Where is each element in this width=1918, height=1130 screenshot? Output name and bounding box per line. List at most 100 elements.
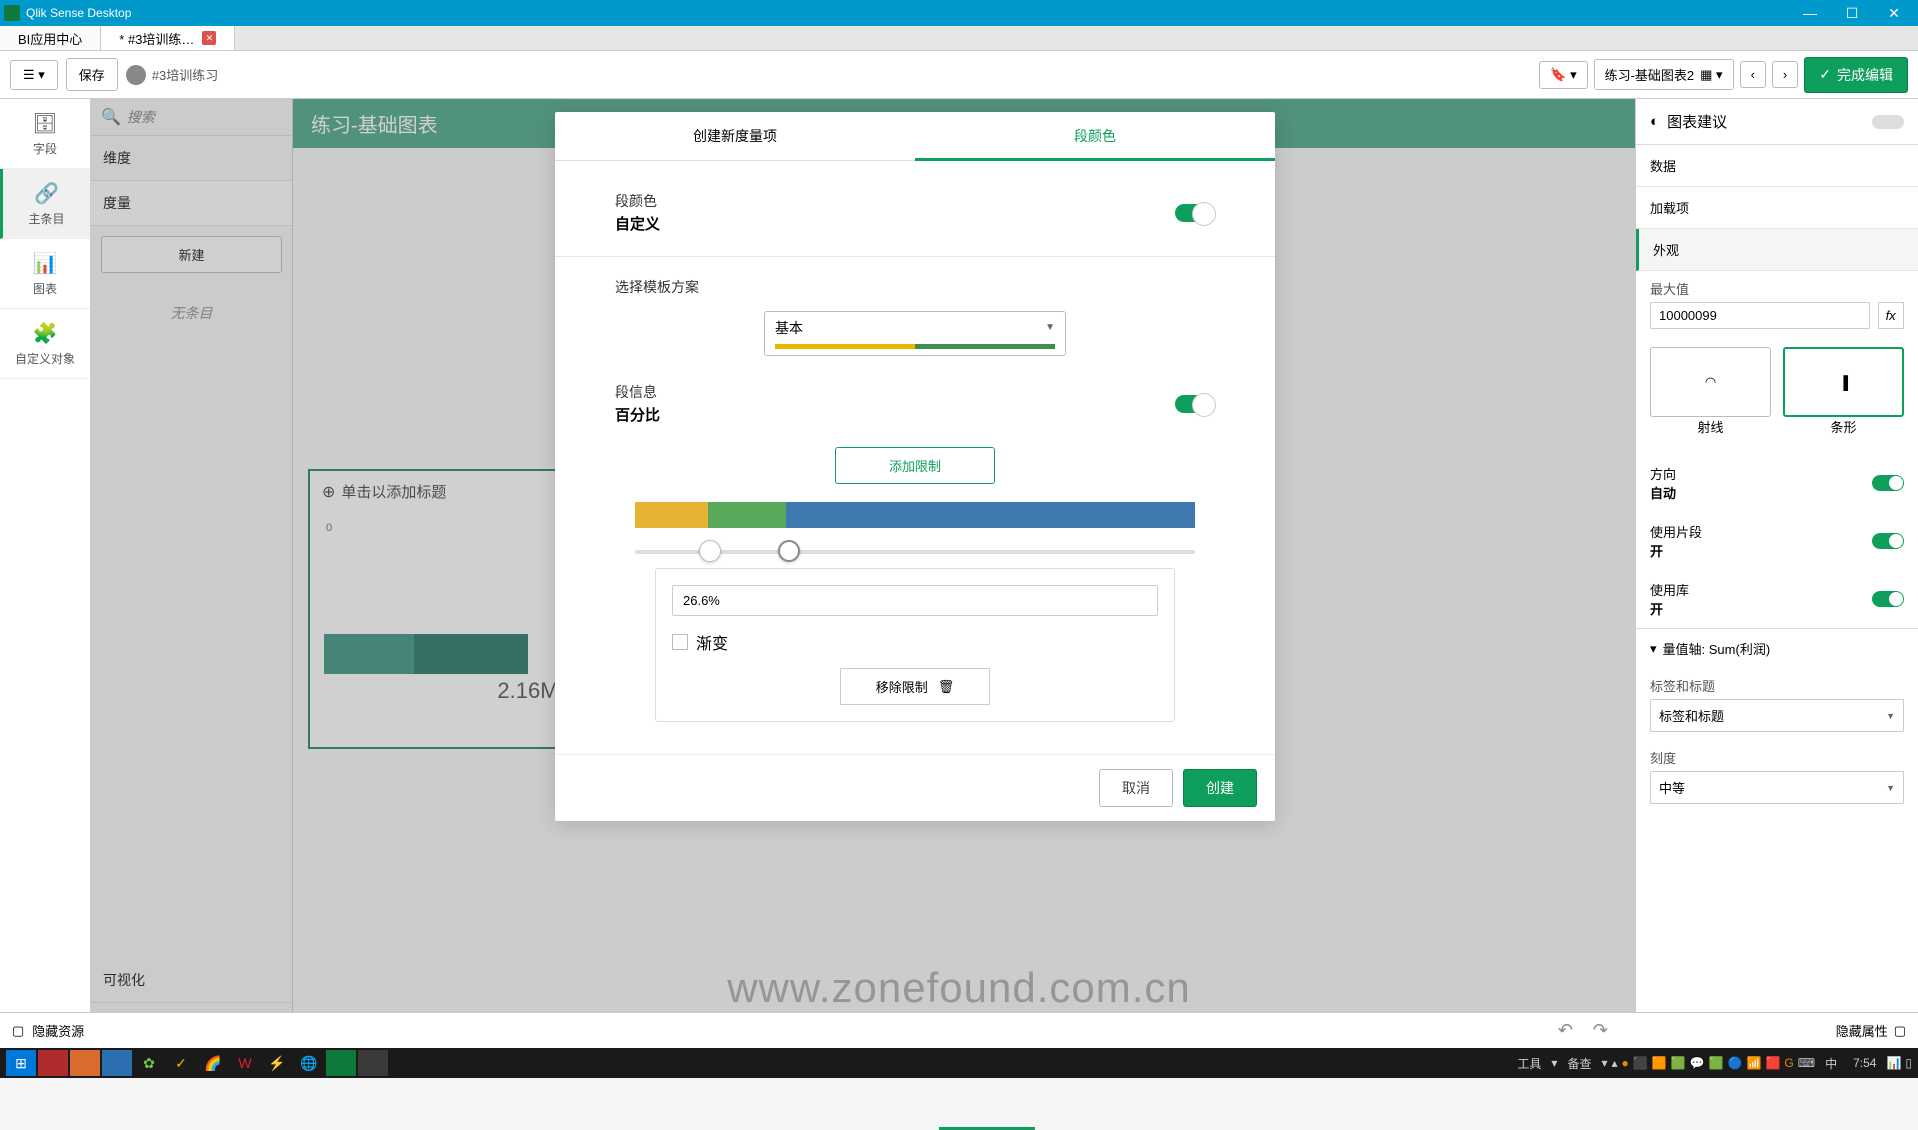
create-button[interactable]: 创建 bbox=[1183, 769, 1257, 807]
seginfo-toggle[interactable] bbox=[1175, 395, 1215, 413]
tab-close-icon[interactable]: ✕ bbox=[202, 31, 216, 45]
slider-handle-2[interactable] bbox=[778, 540, 800, 562]
left-rail: 🗄字段 🔗主条目 📊图表 🧩自定义对象 bbox=[0, 99, 91, 1048]
suggestions-toggle[interactable] bbox=[1872, 115, 1904, 129]
rp-addons[interactable]: 加载项 bbox=[1636, 187, 1918, 229]
window-titlebar: Qlik Sense Desktop — ☐ ✕ bbox=[0, 0, 1918, 26]
taskbar-app-1[interactable] bbox=[38, 1050, 68, 1076]
tray-icon-8[interactable]: 🟥 bbox=[1765, 1056, 1780, 1070]
rp-header: ◐ 图表建议 bbox=[1636, 99, 1918, 145]
main-toolbar: ☰ ▾ 保存 #3培训练习 准备 数据管理器▾ 分析 工作表▾ 叙述 叙述 🔖 … bbox=[0, 51, 1918, 99]
modal-tab-measure[interactable]: 创建新度量项 bbox=[555, 112, 915, 160]
direction-label: 方向 bbox=[1650, 464, 1676, 483]
seginfo-label: 段信息 bbox=[615, 382, 660, 402]
slider-handle-1[interactable] bbox=[699, 540, 721, 562]
chart-icon: 📊 bbox=[33, 251, 58, 276]
fx-button[interactable]: fx bbox=[1878, 302, 1904, 329]
app-tabs: BI应用中心 * #3培训练… ✕ bbox=[0, 26, 1918, 51]
tray-tools[interactable]: 工具 bbox=[1517, 1055, 1541, 1072]
taskbar-edge[interactable]: 🌐 bbox=[294, 1050, 324, 1076]
tray-icon-6[interactable]: 🟩 bbox=[1709, 1056, 1724, 1070]
color-bar bbox=[635, 502, 1195, 528]
limit-input[interactable] bbox=[672, 585, 1158, 616]
tray-icon-3[interactable]: 🟧 bbox=[1652, 1056, 1667, 1070]
globe-icon bbox=[126, 65, 146, 85]
tray-icon-7[interactable]: 🔵 bbox=[1728, 1056, 1743, 1070]
tray-end[interactable]: ▯ bbox=[1905, 1056, 1912, 1070]
menu-button[interactable]: ☰ ▾ bbox=[10, 60, 58, 90]
taskbar-app-3[interactable] bbox=[102, 1050, 132, 1076]
maximize-button[interactable]: ☐ bbox=[1840, 6, 1864, 20]
taskbar-app-7[interactable]: W bbox=[230, 1050, 260, 1076]
bookmark-button[interactable]: 🔖 ▾ bbox=[1539, 61, 1587, 89]
rp-data[interactable]: 数据 bbox=[1636, 145, 1918, 187]
library-toggle[interactable] bbox=[1872, 591, 1904, 607]
breadcrumb: #3培训练习 bbox=[126, 65, 218, 85]
segment-color-modal: 创建新度量项 段颜色 段颜色 自定义 选择模板方案 基本 段信息 百 bbox=[555, 112, 1275, 821]
segcolor-toggle[interactable] bbox=[1175, 204, 1215, 222]
taskbar-app-4[interactable]: ✿ bbox=[134, 1050, 164, 1076]
tray-icon-9[interactable]: G bbox=[1784, 1056, 1793, 1070]
shape-radial[interactable]: ◠ bbox=[1650, 347, 1771, 417]
seginfo-value: 百分比 bbox=[615, 404, 660, 425]
trash-icon: 🗑 bbox=[938, 679, 955, 695]
puzzle-icon: 🧩 bbox=[33, 321, 58, 346]
gradient-checkbox[interactable] bbox=[672, 634, 688, 650]
tray-ime[interactable]: 中 bbox=[1825, 1055, 1837, 1072]
taskbar-app-2[interactable] bbox=[70, 1050, 100, 1076]
scale-select[interactable]: 中等 bbox=[1650, 771, 1904, 804]
tray-ime-icon[interactable]: ⌨ bbox=[1798, 1056, 1815, 1070]
rail-custom[interactable]: 🧩自定义对象 bbox=[0, 309, 90, 379]
tray-wifi-icon[interactable]: 📶 bbox=[1746, 1056, 1761, 1070]
next-sheet-button[interactable]: › bbox=[1772, 61, 1798, 88]
undo-button[interactable]: ↶ bbox=[1558, 1020, 1573, 1041]
rail-fields[interactable]: 🗄字段 bbox=[0, 99, 90, 169]
tag-select[interactable]: 标签和标题 bbox=[1650, 699, 1904, 732]
tray-icon-1[interactable]: ● bbox=[1622, 1056, 1629, 1070]
rail-charts[interactable]: 📊图表 bbox=[0, 239, 90, 309]
tray-icon-5[interactable]: 💬 bbox=[1690, 1056, 1705, 1070]
tray-up-icon[interactable]: ▴ bbox=[1611, 1056, 1617, 1070]
maxval-input[interactable] bbox=[1650, 302, 1870, 329]
close-button[interactable]: ✕ bbox=[1882, 6, 1906, 20]
tray-time: 7:54 bbox=[1853, 1056, 1876, 1070]
add-limit-button[interactable]: 添加限制 bbox=[835, 447, 995, 484]
start-button[interactable]: ⊞ bbox=[6, 1050, 36, 1076]
tray-icon-2[interactable]: ⬛ bbox=[1633, 1056, 1648, 1070]
gradient-label: 渐变 bbox=[696, 630, 728, 654]
shape-bar[interactable]: ▐ bbox=[1783, 347, 1904, 417]
hidden-resources[interactable]: ▢ 隐藏资源 bbox=[12, 1021, 84, 1040]
save-button[interactable]: 保存 bbox=[66, 58, 118, 91]
taskbar-app-9[interactable] bbox=[358, 1050, 388, 1076]
tray-chart-icon[interactable]: 📊 bbox=[1886, 1056, 1901, 1070]
prev-sheet-button[interactable]: ‹ bbox=[1740, 61, 1766, 88]
tray-icon-4[interactable]: 🟩 bbox=[1671, 1056, 1686, 1070]
bar-icon: ▐ bbox=[1839, 375, 1848, 390]
hide-properties-button[interactable]: 隐藏属性 ▢ bbox=[1836, 1021, 1906, 1040]
segcolor-label: 段颜色 bbox=[615, 191, 660, 211]
taskbar-app-6[interactable]: 🌈 bbox=[198, 1050, 228, 1076]
measure-axis-expand[interactable]: ▾ 量值轴: Sum(利润) bbox=[1636, 628, 1918, 668]
minimize-button[interactable]: — bbox=[1798, 6, 1822, 20]
taskbar-app-8[interactable]: ⚡ bbox=[262, 1050, 292, 1076]
tab-app[interactable]: * #3培训练… ✕ bbox=[101, 26, 235, 50]
tab-hub[interactable]: BI应用中心 bbox=[0, 26, 101, 50]
app-icon bbox=[4, 5, 20, 21]
limit-slider[interactable] bbox=[635, 550, 1195, 554]
remove-limit-button[interactable]: 移除限制 🗑 bbox=[840, 668, 990, 705]
template-label: 选择模板方案 bbox=[615, 277, 1215, 297]
redo-button[interactable]: ↷ bbox=[1593, 1020, 1608, 1041]
sheet-selector[interactable]: 练习-基础图表2 ▦ ▾ bbox=[1594, 59, 1734, 90]
status-bar: ▢ 隐藏资源 ↶ ↷ 隐藏属性 ▢ bbox=[0, 1012, 1918, 1048]
taskbar-app-5[interactable]: ✓ bbox=[166, 1050, 196, 1076]
tray-backup[interactable]: 备查 bbox=[1567, 1055, 1591, 1072]
modal-tab-segcolor[interactable]: 段颜色 bbox=[915, 112, 1275, 160]
taskbar-qlik[interactable] bbox=[326, 1050, 356, 1076]
rail-master[interactable]: 🔗主条目 bbox=[0, 169, 90, 239]
done-edit-button[interactable]: ✓ 完成编辑 bbox=[1804, 57, 1908, 93]
rp-appearance[interactable]: 外观 bbox=[1636, 229, 1918, 271]
direction-toggle[interactable] bbox=[1872, 475, 1904, 491]
segment-toggle[interactable] bbox=[1872, 533, 1904, 549]
template-select[interactable]: 基本 bbox=[764, 311, 1066, 356]
cancel-button[interactable]: 取消 bbox=[1099, 769, 1173, 807]
